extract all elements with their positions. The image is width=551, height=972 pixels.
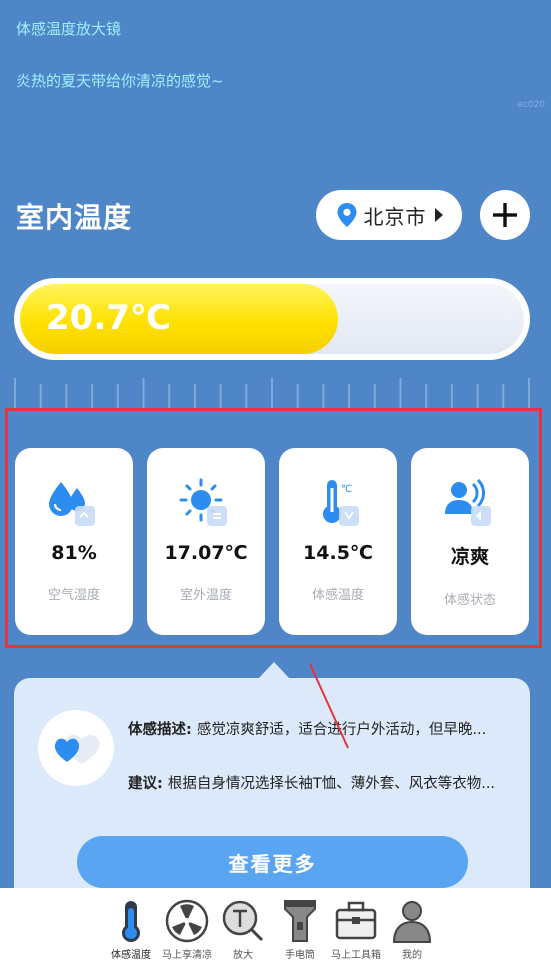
advice-text: 根据自身情况选择长袖T恤、薄外套、风衣等衣物... (167, 776, 496, 792)
location-pin-icon (337, 203, 356, 227)
nav-label-feels-temp: 体感温度 (111, 950, 151, 961)
view-more-button[interactable]: 查看更多 (77, 836, 468, 888)
toolbox-icon (335, 901, 377, 940)
user-icon (392, 901, 432, 943)
magnifier-icon (222, 900, 264, 942)
indoor-temperature-bar: 20.7℃ (14, 278, 530, 360)
nav-item-magnify[interactable]: 放大 (213, 898, 273, 961)
fan-icon (165, 899, 209, 943)
nav-item-feels-temp[interactable]: 体感温度 (101, 898, 161, 961)
app-title: 体感温度放大镜 (16, 20, 122, 38)
feeling-description: 体感描述: 感觉凉爽舒适，适合进行户外活动，但早晚... (128, 718, 518, 739)
highlight-box (5, 408, 542, 648)
nav-label-cool: 马上享清凉 (162, 950, 212, 961)
heart-icon (54, 734, 100, 764)
city-name: 北京市 (363, 204, 427, 229)
nav-label-magnify: 放大 (233, 950, 253, 961)
clothing-advice: 建议: 根据自身情况选择长袖T恤、薄外套、风衣等衣物... (128, 772, 518, 793)
flashlight-icon (284, 900, 316, 942)
indoor-temperature-title: 室内温度 (16, 201, 133, 234)
temperature-track: 20.7℃ (20, 284, 524, 354)
plus-icon (493, 203, 517, 227)
panel-pointer (258, 662, 290, 679)
version-tag: ec020 (517, 100, 545, 110)
indoor-temperature-value: 20.7℃ (46, 298, 172, 338)
nav-item-flashlight[interactable]: 手电筒 (270, 898, 330, 961)
add-button[interactable] (480, 190, 530, 240)
advice-label: 建议: (128, 776, 168, 792)
nav-item-toolbox[interactable]: 马上工具箱 (326, 898, 386, 961)
city-selector[interactable]: 北京市 (316, 190, 462, 240)
nav-label-profile: 我的 (402, 950, 422, 961)
heart-badge (38, 710, 114, 786)
temperature-ruler (14, 378, 530, 408)
caret-right-icon (434, 208, 443, 222)
nav-item-cool[interactable]: 马上享清凉 (157, 898, 217, 961)
description-label: 体感描述: (128, 722, 197, 738)
nav-label-flashlight: 手电筒 (285, 950, 315, 961)
app-subtitle: 炎热的夏天带给你清凉的感觉~ (16, 72, 224, 90)
description-text: 感觉凉爽舒适，适合进行户外活动，但早晚... (196, 722, 487, 738)
nav-label-toolbox: 马上工具箱 (331, 950, 381, 961)
thermometer-icon (122, 901, 140, 942)
nav-item-profile[interactable]: 我的 (382, 898, 442, 961)
